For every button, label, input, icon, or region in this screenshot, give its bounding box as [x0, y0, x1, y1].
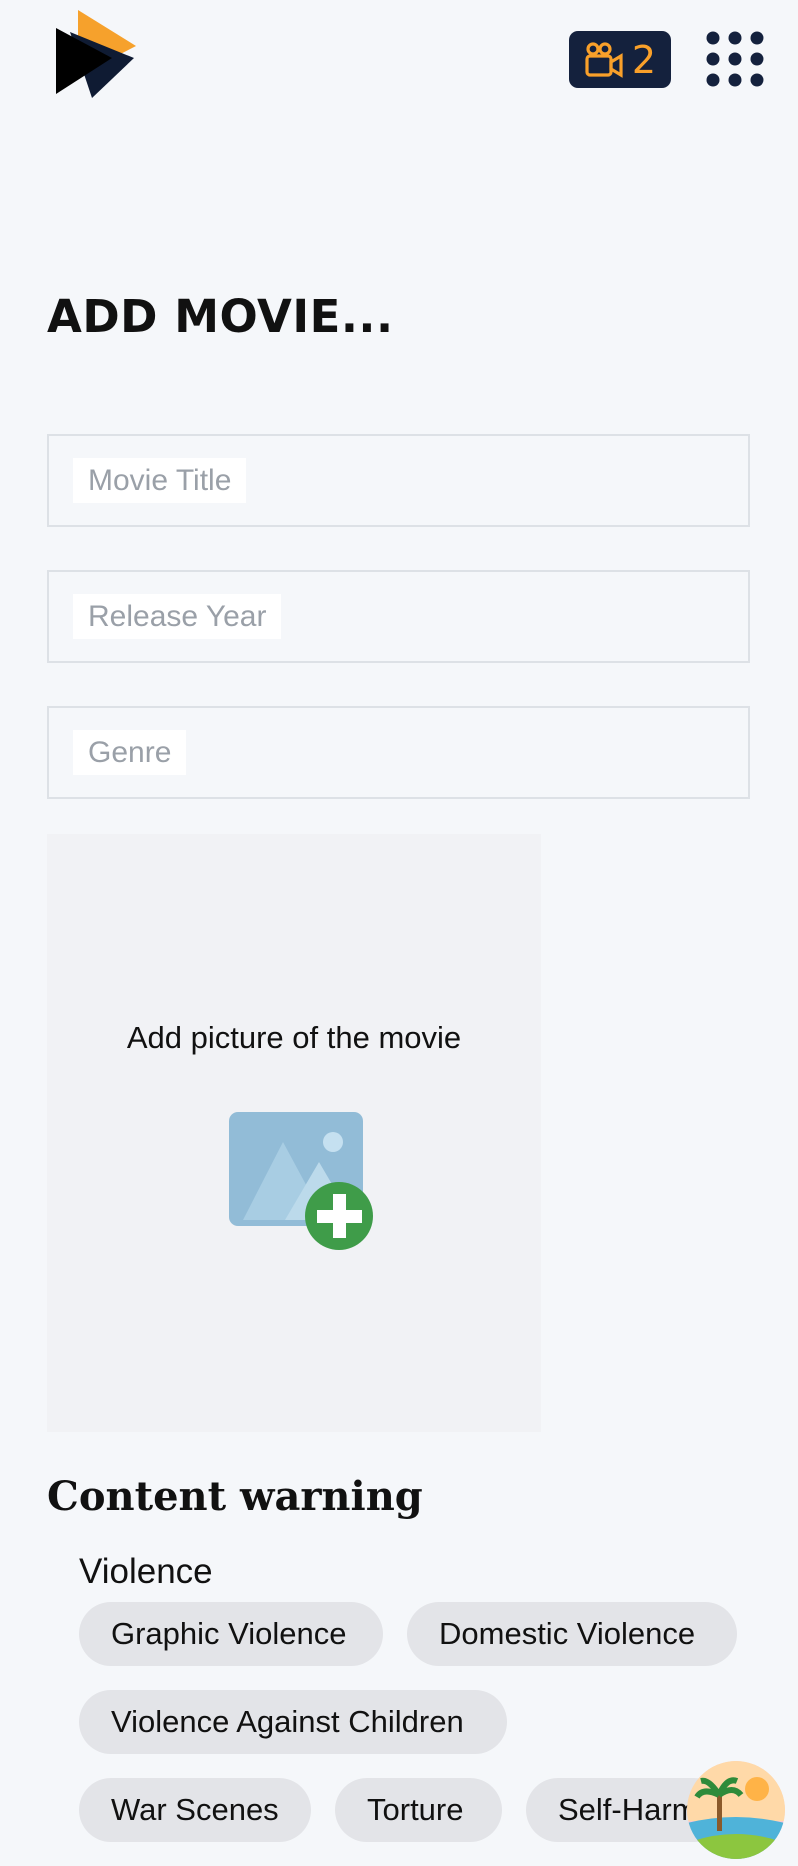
grid-menu-icon[interactable]	[705, 29, 765, 89]
beach-avatar-button[interactable]	[687, 1761, 785, 1859]
movie-camera-icon	[585, 41, 623, 78]
content-warning-title: Content warning	[47, 1473, 423, 1520]
page-title: ADD MOVIE...	[47, 290, 394, 343]
genre-field[interactable]: Genre	[47, 706, 750, 799]
chip-graphic-violence[interactable]: Graphic Violence	[79, 1602, 383, 1666]
release-year-field[interactable]: Release Year	[47, 570, 750, 663]
beach-avatar-icon	[687, 1761, 785, 1859]
chip-war-scenes[interactable]: War Scenes	[79, 1778, 311, 1842]
add-picture-label: Add picture of the movie	[126, 1020, 462, 1055]
chip-violence-against-children[interactable]: Violence Against Children	[79, 1690, 507, 1754]
movie-count: 2	[631, 37, 657, 82]
chip-torture[interactable]: Torture	[335, 1778, 502, 1842]
add-image-icon	[229, 1112, 373, 1250]
add-picture-dropzone[interactable]: Add picture of the movie	[47, 834, 541, 1432]
movie-count-badge[interactable]: 2	[569, 31, 671, 88]
chip-domestic-violence[interactable]: Domestic Violence	[407, 1602, 737, 1666]
movie-title-field[interactable]: Movie Title	[47, 434, 750, 527]
play-logo-icon[interactable]	[48, 6, 144, 102]
violence-group-title: Violence	[79, 1552, 213, 1591]
header: 2	[0, 0, 798, 110]
